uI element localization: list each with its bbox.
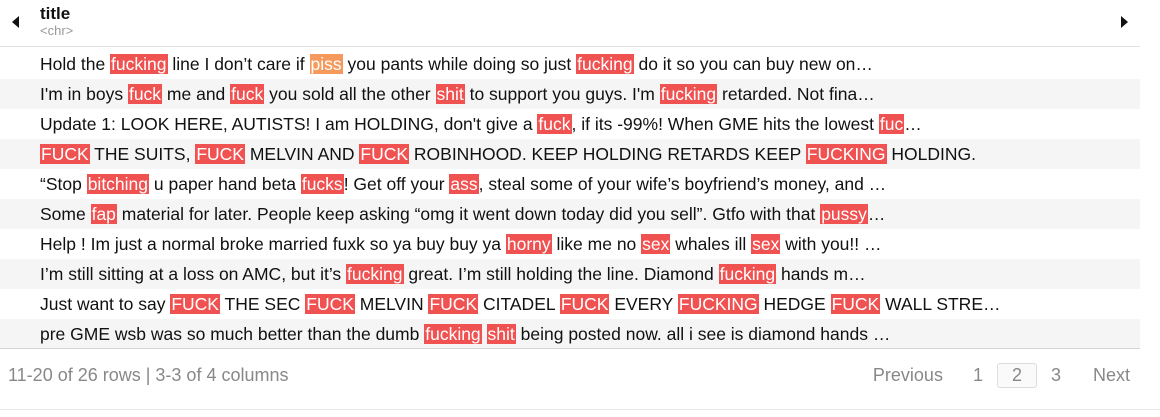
cell-text <box>482 324 487 344</box>
cell-text: do it so you can buy new on… <box>633 54 873 74</box>
cell-text: WALL STRE… <box>880 294 1001 314</box>
highlighted-word: horny <box>505 234 552 254</box>
cell-text: line I don’t care if <box>167 54 310 74</box>
cell-text: Some <box>40 204 91 224</box>
highlighted-word: fuck <box>537 114 572 134</box>
scroll-left-icon[interactable] <box>12 16 19 28</box>
highlighted-word: pussy <box>820 204 868 224</box>
table-row: I’m still sitting at a loss on AMC, but … <box>0 259 1140 289</box>
cell-text: hands m… <box>776 264 866 284</box>
cell-text: EVERY <box>609 294 678 314</box>
cell-text: being posted now. all i see is diamond h… <box>515 324 891 344</box>
table-row: Just want to say FUCK THE SEC FUCK MELVI… <box>0 289 1140 319</box>
cell-text: MELVIN <box>354 294 429 314</box>
table-row: “Stop bitching u paper hand beta fucks! … <box>0 169 1140 199</box>
cell-text: retarded. Not fina… <box>717 84 875 104</box>
column-header[interactable]: title <chr> <box>40 4 73 38</box>
highlighted-word: fuck <box>127 84 163 104</box>
cell-text: , if its -99%! When GME hits the lowest <box>571 114 879 134</box>
cell-text: me and <box>162 84 231 104</box>
cell-text: Update 1: LOOK HERE, AUTISTS! I am HOLDI… <box>40 114 538 134</box>
next-page-link[interactable]: Next <box>1093 362 1130 389</box>
table-row: I'm in boys fuck me and fuck you sold al… <box>0 79 1140 109</box>
page-link-3[interactable]: 3 <box>1041 363 1071 388</box>
highlighted-word: fuc <box>878 114 905 134</box>
highlighted-word: fap <box>90 204 117 224</box>
page-link-1[interactable]: 1 <box>963 363 993 388</box>
table-row: Update 1: LOOK HERE, AUTISTS! I am HOLDI… <box>0 109 1140 139</box>
highlighted-word: fucking <box>659 84 718 104</box>
cell-text: THE SUITS, <box>89 144 196 164</box>
scroll-right-icon[interactable] <box>1121 16 1128 28</box>
table-row: Hold the fucking line I don’t care if pi… <box>0 49 1140 79</box>
highlighted-word: sex <box>751 234 781 254</box>
column-type: <chr> <box>40 23 74 38</box>
highlighted-word: fucking <box>576 54 634 74</box>
rows-info: 11-20 of 26 rows | 3-3 of 4 columns <box>8 365 289 385</box>
highlighted-word: FUCKING <box>677 294 759 314</box>
highlighted-word: fucking <box>424 324 482 344</box>
header-divider <box>0 46 1140 47</box>
cell-text: u paper hand beta <box>149 174 301 194</box>
cell-text: you sold all the other <box>264 84 436 104</box>
cell-text: great. I’m still holding the line. Diamo… <box>403 264 719 284</box>
highlighted-word: shit <box>486 324 516 344</box>
previous-page-link[interactable]: Previous <box>873 362 943 389</box>
highlighted-word: shit <box>435 84 465 104</box>
cell-text: HOLDING. <box>886 144 977 164</box>
cell-text: with you!! … <box>780 234 882 254</box>
highlighted-word: ass <box>449 174 479 194</box>
cell-text: to support you guys. I'm <box>464 84 660 104</box>
cell-text: Just want to say <box>40 294 171 314</box>
cell-text: HEDGE <box>758 294 831 314</box>
highlighted-word: piss <box>309 54 343 74</box>
table-row: Help ! Im just a normal broke married fu… <box>0 229 1140 259</box>
page-link-2-current[interactable]: 2 <box>996 363 1037 388</box>
highlighted-word: bitching <box>86 174 150 194</box>
cell-text: MELVIN AND <box>244 144 360 164</box>
highlighted-word: FUCKING <box>805 144 887 164</box>
column-name: title <box>40 4 71 23</box>
highlighted-word: FUCK <box>559 294 610 314</box>
table-row: pre GME wsb was so much better than the … <box>0 319 1140 349</box>
highlighted-word: FUCK <box>40 144 90 164</box>
highlighted-word: FUCK <box>170 294 220 314</box>
cell-text: like me no <box>551 234 642 254</box>
cell-text: ! Get off your <box>343 174 450 194</box>
cell-text: … <box>904 114 922 134</box>
cell-text: THE SEC <box>219 294 306 314</box>
cell-text: whales ill <box>670 234 752 254</box>
cell-text: , steal some of your wife’s boyfriend’s … <box>478 174 887 194</box>
highlighted-word: sex <box>641 234 671 254</box>
cell-text: CITADEL <box>478 294 560 314</box>
highlighted-word: fucking <box>346 264 404 284</box>
cell-text: you pants while doing so just <box>342 54 577 74</box>
highlighted-word: FUCK <box>830 294 881 314</box>
table-row: FUCK THE SUITS, FUCK MELVIN AND FUCK ROB… <box>0 139 1140 169</box>
cell-text: I’m still sitting at a loss on AMC, but … <box>40 264 347 284</box>
highlighted-word: FUCK <box>359 144 410 164</box>
table-footer: 11-20 of 26 rows | 3-3 of 4 columns Prev… <box>0 362 1140 390</box>
highlighted-word: FUCK <box>305 294 355 314</box>
highlighted-word: FUCK <box>195 144 245 164</box>
cell-text: “Stop <box>40 174 87 194</box>
cell-text: material for later. People keep asking “… <box>116 204 821 224</box>
highlighted-word: fucking <box>718 264 777 284</box>
cell-text: Hold the <box>40 54 111 74</box>
cell-text: Help ! Im just a normal broke married fu… <box>40 234 506 254</box>
highlighted-word: fucks <box>300 174 344 194</box>
cell-text: I'm in boys <box>40 84 128 104</box>
cell-text: ROBINHOOD. KEEP HOLDING RETARDS KEEP <box>409 144 806 164</box>
page-bottom-border <box>0 409 1160 410</box>
pagination: Previous 1 2 3 Next <box>873 362 1130 389</box>
table-body: Hold the fucking line I don’t care if pi… <box>0 49 1140 349</box>
table-bottom-divider <box>0 348 1140 349</box>
highlighted-word: fuck <box>230 84 265 104</box>
cell-text: pre GME wsb was so much better than the … <box>40 324 425 344</box>
highlighted-word: fucking <box>110 54 168 74</box>
cell-text: … <box>867 204 886 224</box>
table-row: Some fap material for later. People keep… <box>0 199 1140 229</box>
highlighted-word: FUCK <box>428 294 479 314</box>
